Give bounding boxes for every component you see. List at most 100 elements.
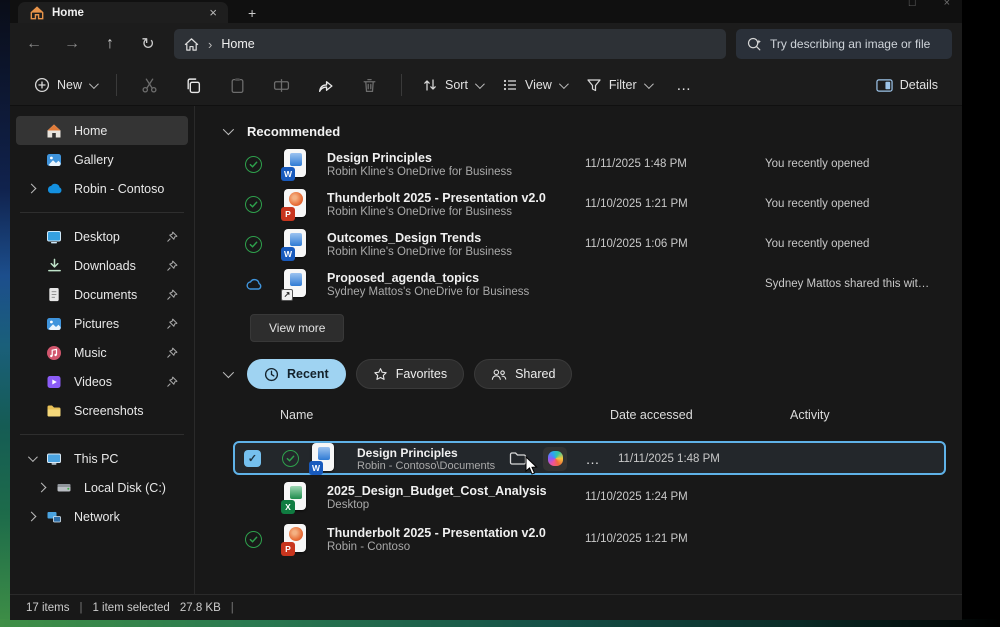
sidebar-item-desktop[interactable]: Desktop (16, 222, 188, 251)
filter-pill-shared[interactable]: Shared (474, 359, 572, 389)
copilot-button[interactable] (542, 447, 568, 471)
rename-icon (273, 77, 290, 94)
music-icon (44, 345, 64, 361)
file-location: Robin Kline's OneDrive for Business (327, 246, 585, 258)
folder-icon (44, 403, 64, 419)
copilot-icon (548, 451, 563, 466)
sidebar-item-onedrive[interactable]: Robin - Contoso (16, 174, 188, 203)
view-more-button[interactable]: View more (250, 314, 344, 342)
up-button[interactable]: ↑ (92, 29, 128, 59)
file-name: Thunderbolt 2025 - Presentation v2.0 (327, 191, 585, 205)
onedrive-cloud-icon (44, 180, 64, 197)
date-accessed: 11/11/2025 1:48 PM (618, 453, 798, 465)
pin-icon (164, 318, 180, 330)
filter-button[interactable]: Filter (576, 69, 661, 101)
file-location: Desktop (327, 499, 585, 511)
address-bar[interactable]: › Home (174, 29, 726, 59)
column-headers: Name Date accessed Activity (215, 403, 962, 427)
sidebar-item-this-pc[interactable]: This PC (16, 444, 188, 473)
file-row[interactable]: X 2025_Design_Budget_Cost_Analysis Deskt… (215, 477, 962, 517)
chevron-down-icon (89, 79, 99, 89)
view-button[interactable]: View (492, 69, 576, 101)
rename-button[interactable] (264, 69, 298, 101)
file-row-selected[interactable]: ✓ W Design Principles Robin - Contoso\Do… (233, 441, 946, 475)
sidebar-item-label: Desktop (74, 230, 160, 244)
sidebar-item-home[interactable]: Home (16, 116, 188, 145)
recommended-item[interactable]: W Design Principles Robin Kline's OneDri… (215, 144, 962, 184)
file-row[interactable]: P Thunderbolt 2025 - Presentation v2.0 R… (215, 519, 962, 559)
section-title-recommended: Recommended (247, 124, 340, 139)
activity-text: You recently opened (765, 198, 962, 210)
search-input[interactable]: Try describing an image or file (736, 29, 952, 59)
breadcrumb[interactable]: Home (221, 37, 254, 51)
sidebar-item-gallery[interactable]: Gallery (16, 145, 188, 174)
activity-text: You recently opened (765, 158, 962, 170)
window-close-icon[interactable]: × (944, 0, 950, 9)
column-header-date[interactable]: Date accessed (610, 408, 790, 422)
tab-close-icon[interactable]: × (206, 6, 220, 19)
recommended-item[interactable]: ↗ Proposed_agenda_topics Sydney Mattos's… (215, 264, 962, 304)
more-options-button[interactable]: … (667, 69, 701, 101)
cut-button[interactable] (132, 69, 166, 101)
filter-pill-favorites[interactable]: Favorites (356, 359, 464, 389)
sidebar-item-downloads[interactable]: Downloads (16, 251, 188, 280)
column-header-activity[interactable]: Activity (790, 408, 962, 422)
sort-button[interactable]: Sort (412, 69, 492, 101)
refresh-button[interactable]: ↻ (130, 29, 166, 59)
sidebar-item-documents[interactable]: Documents (16, 280, 188, 309)
row-checkbox[interactable]: ✓ (244, 450, 261, 467)
delete-button[interactable] (352, 69, 386, 101)
window-maximize-icon[interactable]: □ (909, 0, 916, 9)
plus-circle-icon (34, 77, 50, 93)
file-name: Design Principles (327, 151, 585, 165)
scissors-icon (141, 77, 158, 94)
chevron-right-icon[interactable] (26, 512, 36, 522)
row-more-options-button[interactable]: … (580, 447, 606, 471)
filter-funnel-icon (586, 77, 602, 93)
star-icon (373, 367, 388, 382)
column-header-name[interactable]: Name (280, 408, 610, 422)
sidebar-item-local-disk[interactable]: Local Disk (C:) (26, 473, 188, 502)
back-button[interactable]: ← (16, 29, 52, 59)
chevron-right-icon[interactable] (36, 483, 46, 493)
recommended-item[interactable]: P Thunderbolt 2025 - Presentation v2.0 R… (215, 184, 962, 224)
copy-button[interactable] (176, 69, 210, 101)
chevron-right-icon[interactable] (26, 184, 36, 194)
sidebar-item-screenshots[interactable]: Screenshots (16, 396, 188, 425)
recommended-item[interactable]: W Outcomes_Design Trends Robin Kline's O… (215, 224, 962, 264)
new-button[interactable]: New (24, 69, 106, 101)
selection-count: 1 item selected (92, 602, 169, 614)
sidebar-item-pictures[interactable]: Pictures (16, 309, 188, 338)
sidebar-item-music[interactable]: Music (16, 338, 188, 367)
share-button[interactable] (308, 69, 342, 101)
people-icon (491, 367, 507, 382)
sidebar-item-videos[interactable]: Videos (16, 367, 188, 396)
pin-icon (164, 260, 180, 272)
documents-icon (44, 287, 64, 302)
word-file-icon: W (281, 229, 308, 260)
forward-button[interactable]: → (54, 29, 90, 59)
filter-pill-recent[interactable]: Recent (247, 359, 346, 389)
word-file-icon: W (281, 149, 308, 180)
sync-status-icon (245, 156, 281, 173)
filter-label: Filter (609, 78, 637, 92)
chevron-down-icon[interactable] (27, 452, 37, 462)
sidebar-item-label: Documents (74, 288, 160, 302)
clock-icon (264, 367, 279, 382)
new-tab-button[interactable]: + (242, 4, 262, 23)
explorer-tab-home[interactable]: Home × (18, 2, 228, 23)
sidebar-item-network[interactable]: Network (16, 502, 188, 531)
breadcrumb-home-icon (184, 37, 199, 52)
local-disk-icon (54, 480, 74, 496)
section-collapse-icon[interactable] (223, 367, 234, 378)
details-pane-button[interactable]: Details (866, 69, 948, 101)
paste-button[interactable] (220, 69, 254, 101)
selection-size: 27.8 KB (180, 602, 221, 614)
navigation-bar: ← → ↑ ↻ › Home Try describing an image o… (10, 23, 962, 65)
sidebar-item-label: This PC (74, 452, 180, 466)
sync-status-icon (245, 531, 281, 548)
sidebar-item-label: Music (74, 346, 160, 360)
section-collapse-icon[interactable] (223, 124, 234, 135)
sync-status-icon (245, 196, 281, 213)
pin-icon (164, 231, 180, 243)
